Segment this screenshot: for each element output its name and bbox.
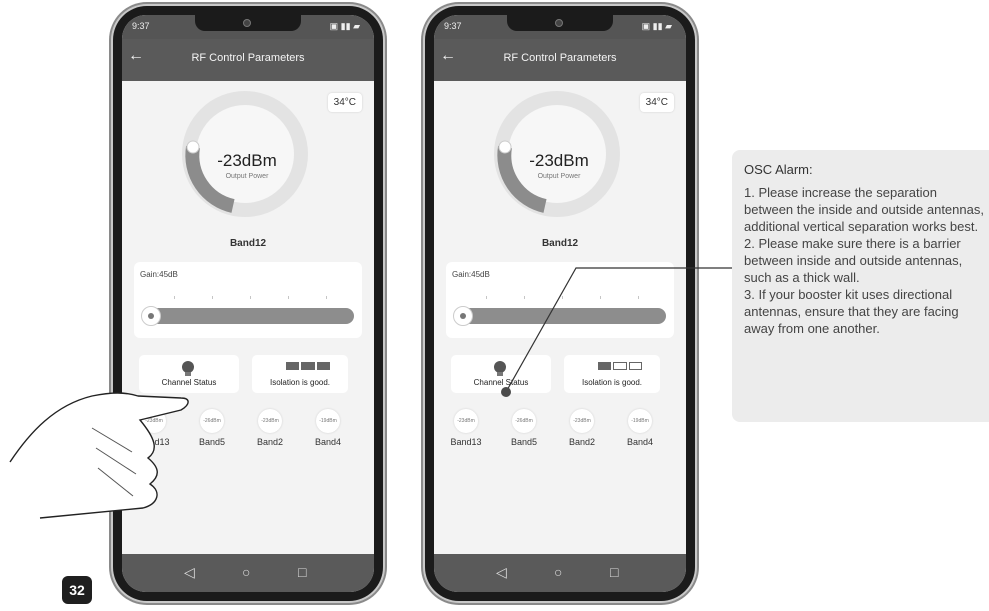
- status-icons: ▣ ▮▮ ▰: [641, 21, 672, 31]
- gain-label: Gain:45dB: [452, 270, 490, 279]
- band-item[interactable]: -26dBm Band5: [502, 409, 546, 447]
- page-title: RF Control Parameters: [191, 52, 305, 64]
- band-power: -19dBm: [628, 409, 652, 433]
- app-bar: ← RF Control Parameters: [434, 39, 686, 81]
- system-nav-bar: ◁ ○ □: [122, 554, 374, 592]
- nav-home-icon[interactable]: ○: [242, 564, 250, 580]
- temperature-badge: 34°C: [327, 93, 362, 112]
- isolation-bar: [598, 362, 612, 370]
- status-icons: ▣ ▮▮ ▰: [329, 21, 360, 31]
- nav-back-icon[interactable]: ◁: [496, 564, 507, 581]
- page-title: RF Control Parameters: [503, 52, 617, 64]
- isolation-bar: [628, 362, 642, 370]
- nav-home-icon[interactable]: ○: [554, 564, 562, 580]
- gain-slider-knob[interactable]: [453, 306, 473, 326]
- note-title: OSC Alarm:: [744, 162, 813, 177]
- band-list: -23dBm Band13 -26dBm Band5 -23dBm Band2 -19…: [434, 409, 686, 449]
- gain-slider-track[interactable]: [454, 308, 666, 324]
- page-number: 32: [62, 576, 92, 604]
- band-list: -23dBm Band13 -26dBm Band5 -23dBm Band2 -19…: [122, 409, 374, 449]
- band-power: -23dBm: [570, 409, 594, 433]
- phone-screen: 9:37 ▣ ▮▮ ▰ ← RF Control Parameters 34°C…: [434, 15, 686, 592]
- gain-card: Gain:45dB: [134, 262, 362, 338]
- channel-status-label: Channel Status: [473, 378, 529, 387]
- main-content: 34°C -23dBm Output Power Band12 Gain:45d…: [434, 81, 686, 554]
- band-power: -23dBm: [142, 409, 166, 433]
- bulb-icon: [182, 361, 194, 376]
- band-item[interactable]: -26dBm Band5: [190, 409, 234, 447]
- isolation-level-bars: [598, 362, 642, 370]
- nav-recent-icon[interactable]: □: [298, 564, 306, 580]
- gain-label: Gain:45dB: [140, 270, 178, 279]
- band-item[interactable]: -23dBm Band13: [444, 409, 488, 447]
- band-power: -26dBm: [512, 409, 536, 433]
- main-content: 34°C -23dBm Output Power Band12 Gain:45d…: [122, 81, 374, 554]
- band-item[interactable]: -19dBm Band4: [306, 409, 350, 447]
- gain-card: Gain:45dB: [446, 262, 674, 338]
- band-name: Band5: [510, 437, 538, 447]
- isolation-label: Isolation is good.: [581, 378, 643, 387]
- phone-left: 9:37 ▣ ▮▮ ▰ ← RF Control Parameters 34°C…: [113, 6, 383, 601]
- band-item[interactable]: -19dBm Band4: [618, 409, 662, 447]
- channel-status-label: Channel Status: [161, 378, 217, 387]
- band-name: Band4: [314, 437, 342, 447]
- gain-slider-knob[interactable]: [141, 306, 161, 326]
- app-bar: ← RF Control Parameters: [122, 39, 374, 81]
- status-bar: 9:37 ▣ ▮▮ ▰: [434, 15, 686, 39]
- phone-right: 9:37 ▣ ▮▮ ▰ ← RF Control Parameters 34°C…: [425, 6, 695, 601]
- status-bar: 9:37 ▣ ▮▮ ▰: [122, 15, 374, 39]
- phone-screen: 9:37 ▣ ▮▮ ▰ ← RF Control Parameters 34°C…: [122, 15, 374, 592]
- band-name: Band4: [626, 437, 654, 447]
- temperature-badge: 34°C: [639, 93, 674, 112]
- band-power: -23dBm: [454, 409, 478, 433]
- isolation-bar: [613, 362, 627, 370]
- band-name: Band2: [256, 437, 284, 447]
- isolation-label: Isolation is good.: [269, 378, 331, 387]
- status-time: 9:37: [132, 21, 150, 31]
- isolation-bar: [316, 362, 330, 370]
- channel-status-card[interactable]: Channel Status: [139, 355, 239, 393]
- gain-slider-track[interactable]: [142, 308, 354, 324]
- isolation-card: Isolation is good.: [564, 355, 660, 393]
- band-title: Band12: [541, 238, 579, 249]
- note-body: 1. Please increase the separation betwee…: [744, 185, 984, 336]
- band-name: Band13: [138, 437, 170, 447]
- camera-icon: [243, 19, 251, 27]
- channel-status-card[interactable]: Channel Status: [451, 355, 551, 393]
- output-power-label: Output Power: [225, 173, 269, 180]
- osc-alarm-note: OSC Alarm: 1. Please increase the separa…: [732, 150, 989, 422]
- output-power-label: Output Power: [537, 173, 581, 180]
- band-item[interactable]: -23dBm Band2: [560, 409, 604, 447]
- nav-back-icon[interactable]: ◁: [184, 564, 195, 581]
- nav-recent-icon[interactable]: □: [610, 564, 618, 580]
- isolation-bar: [301, 362, 315, 370]
- system-nav-bar: ◁ ○ □: [434, 554, 686, 592]
- band-power: -23dBm: [258, 409, 282, 433]
- isolation-bar: [286, 362, 300, 370]
- notch: [195, 15, 301, 31]
- isolation-card: Isolation is good.: [252, 355, 348, 393]
- output-power-value: -23dBm: [217, 151, 277, 170]
- band-name: Band2: [568, 437, 596, 447]
- camera-icon: [555, 19, 563, 27]
- band-item[interactable]: -23dBm Band2: [248, 409, 292, 447]
- band-power: -19dBm: [316, 409, 340, 433]
- band-item[interactable]: -23dBm Band13: [132, 409, 176, 447]
- output-power-value: -23dBm: [529, 151, 589, 170]
- band-name: Band5: [198, 437, 226, 447]
- bulb-icon: [494, 361, 506, 376]
- status-time: 9:37: [444, 21, 462, 31]
- band-title: Band12: [229, 238, 267, 249]
- notch: [507, 15, 613, 31]
- isolation-level-bars: [286, 362, 330, 370]
- band-power: -26dBm: [200, 409, 224, 433]
- band-name: Band13: [450, 437, 482, 447]
